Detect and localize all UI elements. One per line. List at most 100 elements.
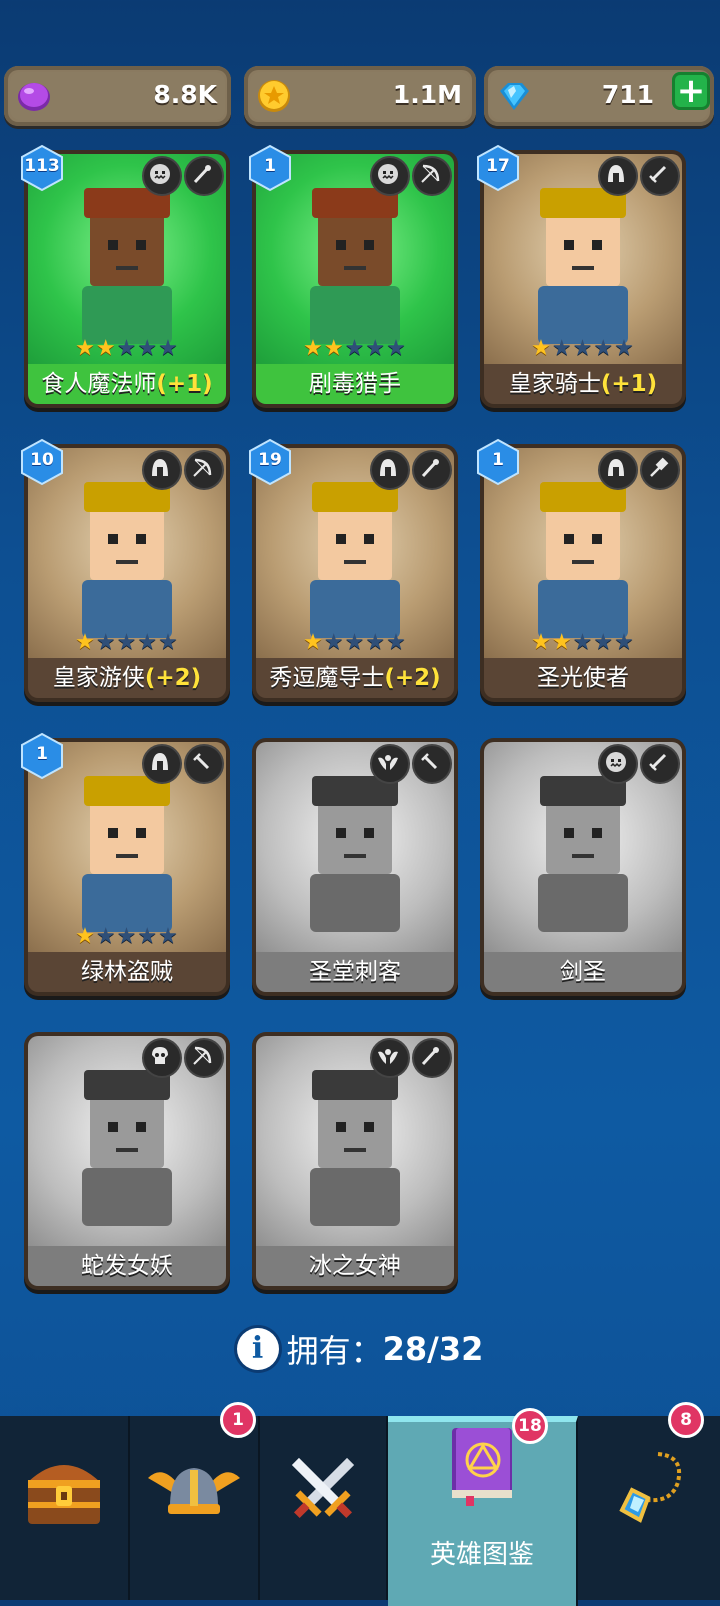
star-icon: ★ (614, 630, 635, 655)
info-icon[interactable]: i (236, 1328, 279, 1370)
hero-figure (310, 482, 400, 638)
staff-icon (412, 1038, 452, 1078)
star-icon: ★ (344, 336, 366, 361)
codex-tab[interactable]: 18 英雄图鉴 (388, 1408, 578, 1606)
hero-figure (310, 188, 400, 344)
bottom-nav: 1 18 英雄图鉴 8 (0, 1402, 720, 1606)
helmet-icon (142, 450, 182, 490)
hero-name: 圣堂刺客 (256, 952, 454, 992)
collection-label: 拥有： (286, 1332, 383, 1370)
hero-bonus: (+1) (600, 371, 658, 397)
crossed-swords-icon (291, 1457, 355, 1518)
star-icon: ★ (158, 336, 179, 361)
hero-name: 皇家骑士(+1) (484, 364, 682, 404)
hero-figure (82, 482, 172, 638)
hero-name: 绿林盗贼 (28, 952, 226, 992)
amulet-icon (619, 1452, 681, 1523)
elixir-counter: 8.8K (4, 66, 231, 126)
star-rating: ★★★★★ (24, 924, 230, 949)
hero-figure (310, 1070, 400, 1226)
hero-figure (310, 776, 400, 932)
bow-icon (412, 156, 452, 196)
hero-figure (82, 776, 172, 932)
sword-icon (640, 744, 680, 784)
star-icon: ★ (323, 336, 345, 361)
gem-value: 711 (601, 80, 654, 109)
hero-level: 113 (24, 156, 60, 176)
star-icon: ★ (116, 924, 138, 949)
star-icon: ★ (75, 630, 96, 655)
hero-card[interactable]: 剑圣 (480, 738, 686, 996)
amulet-tab[interactable]: 8 (578, 1402, 720, 1600)
star-rating: ★★★★★ (480, 336, 686, 361)
hero-name-text: 秀逗魔导士 (269, 665, 385, 691)
star-icon: ★ (365, 630, 387, 655)
hero-level-badge: 1 (246, 144, 294, 192)
helmet-icon (142, 744, 182, 784)
hero-level-badge: 10 (18, 438, 66, 486)
elixir-value: 8.8K (153, 80, 217, 109)
battle-tab[interactable] (260, 1416, 388, 1600)
star-icon: ★ (303, 336, 324, 361)
hero-level: 1 (36, 744, 48, 764)
winged-icon (370, 1038, 410, 1078)
hero-name-text: 食人魔法师 (41, 371, 157, 397)
hero-name-text: 蛇发女妖 (81, 1253, 173, 1279)
star-icon: ★ (386, 630, 407, 655)
spellbook-icon (452, 1428, 512, 1506)
add-gems-button[interactable]: + (672, 72, 710, 110)
star-icon: ★ (303, 630, 324, 655)
ogre-icon (142, 156, 182, 196)
hero-figure (538, 188, 628, 344)
star-icon: ★ (95, 924, 117, 949)
hero-figure (82, 188, 172, 344)
hero-card[interactable]: 冰之女神 (252, 1032, 458, 1290)
star-icon: ★ (386, 336, 407, 361)
star-icon: ★ (75, 336, 96, 361)
hero-name: 皇家游侠(+2) (28, 658, 226, 698)
chest-tab[interactable] (0, 1416, 130, 1600)
star-icon: ★ (116, 630, 138, 655)
heroes-tab[interactable]: 1 (130, 1402, 260, 1600)
hero-level-badge: 17 (474, 144, 522, 192)
sword-icon (640, 156, 680, 196)
star-icon: ★ (95, 336, 117, 361)
star-icon: ★ (593, 336, 615, 361)
hero-figure (82, 1070, 172, 1226)
hero-bonus: (+2) (384, 665, 441, 691)
star-icon: ★ (614, 336, 635, 361)
hero-level-badge: 1 (474, 438, 522, 486)
hero-card[interactable]: 蛇发女妖 (24, 1032, 230, 1290)
star-icon: ★ (531, 336, 552, 361)
hero-card[interactable]: 圣堂刺客 (252, 738, 458, 996)
bow-icon (184, 450, 224, 490)
star-rating: ★★★★★ (24, 336, 230, 361)
star-icon: ★ (365, 336, 387, 361)
hero-name-text: 皇家骑士 (508, 371, 601, 397)
star-rating: ★★★★★ (480, 630, 686, 655)
hero-figure (538, 776, 628, 932)
star-icon: ★ (551, 630, 573, 655)
bow-icon (184, 1038, 224, 1078)
heroes-tab-badge: 1 (220, 1402, 256, 1438)
coin-value: 1.1M (392, 80, 462, 109)
staff-icon (412, 450, 452, 490)
hero-name-text: 剧毒猎手 (309, 371, 401, 397)
skull-icon (142, 1038, 182, 1078)
hero-name-text: 剑圣 (560, 959, 606, 985)
star-icon: ★ (158, 924, 179, 949)
dagger-icon (412, 744, 452, 784)
hero-bonus: (+1) (156, 371, 213, 397)
star-icon: ★ (158, 630, 179, 655)
star-icon: ★ (531, 630, 552, 655)
star-icon: ★ (75, 924, 96, 949)
hero-name-text: 绿林盗贼 (81, 959, 173, 985)
staff-icon (184, 156, 224, 196)
hero-name: 剑圣 (484, 952, 682, 992)
winged-helmet-icon (148, 1468, 240, 1514)
coin-icon (258, 80, 290, 112)
hero-name-text: 圣堂刺客 (309, 959, 401, 985)
hero-name: 食人魔法师(+1) (28, 364, 226, 404)
chest-icon (28, 1465, 100, 1524)
ogre-icon (598, 744, 638, 784)
